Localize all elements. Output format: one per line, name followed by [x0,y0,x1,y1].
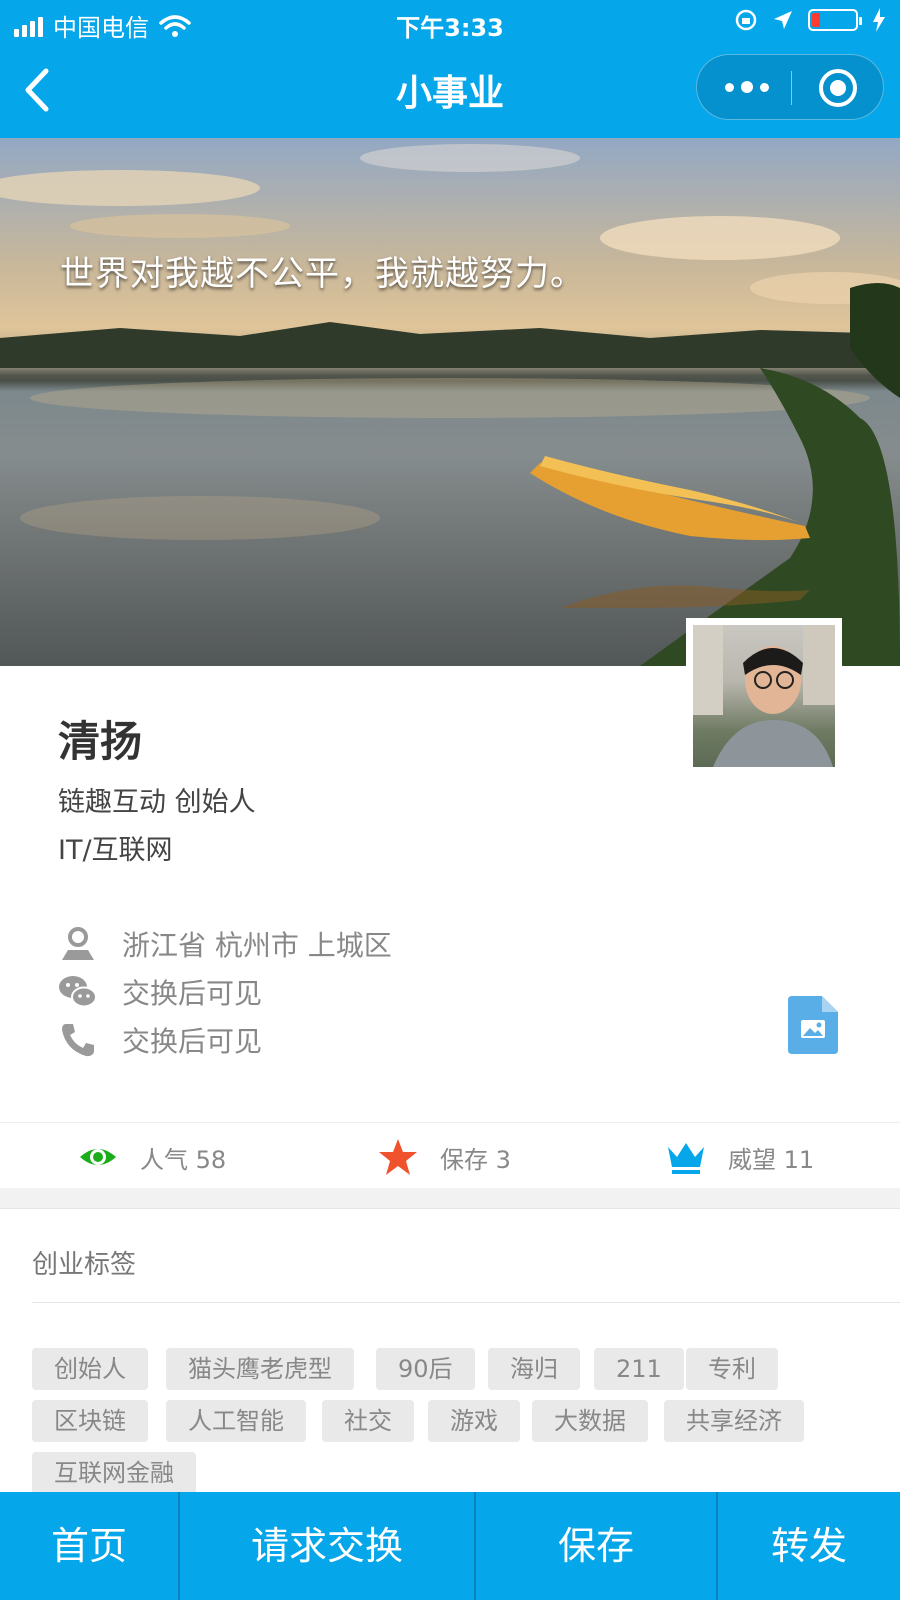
tag: 专利 [686,1348,778,1390]
divider [32,1302,900,1303]
location-row: 浙江省 杭州市 上城区 [58,922,392,966]
location-person-icon [62,927,94,960]
tag: 共享经济 [664,1400,804,1442]
profile-name: 清扬 [58,717,143,766]
charging-icon [873,8,885,32]
wechat-row: 交换后可见 [58,970,262,1014]
cover-quote: 世界对我越不公平，我就越努力。 [60,254,585,294]
tag: 猫头鹰老虎型 [166,1348,354,1390]
avatar[interactable] [686,618,842,774]
saved-text: 保存 3 [440,1145,511,1174]
section-gap [0,1188,900,1209]
tags-section-title: 创业标签 [32,1250,137,1280]
bottom-action-bar: 首页 请求交换 保存 转发 [0,1492,900,1600]
tag: 游戏 [428,1400,520,1442]
divider [0,1122,900,1123]
location-arrow-icon [774,11,792,29]
avatar-photo [693,625,835,767]
close-target-icon[interactable] [819,69,857,107]
phone-icon [62,1024,94,1057]
saved-stat: 保存 3 [378,1136,511,1178]
image-file-icon[interactable] [788,996,838,1054]
tag: 海归 [488,1348,580,1390]
request-exchange-button[interactable]: 请求交换 [180,1492,474,1600]
tag: 大数据 [532,1400,648,1442]
tag: 区块链 [32,1400,148,1442]
home-button[interactable]: 首页 [0,1492,178,1600]
popularity-stat: 人气 58 [78,1136,226,1178]
cover-image: 世界对我越不公平，我就越努力。 [0,138,900,666]
status-right [734,8,886,32]
tag: 211 [594,1348,684,1390]
mini-program-capsule [696,54,884,120]
forward-button[interactable]: 转发 [718,1492,900,1600]
popularity-text: 人气 58 [140,1145,227,1174]
profile-title: 链趣互动 创始人 [58,787,256,818]
more-icon[interactable] [725,75,769,99]
save-button[interactable]: 保存 [476,1492,716,1600]
tag: 90后 [376,1348,475,1390]
phone-row: 交换后可见 [58,1018,262,1062]
status-bar: 中国电信 下午3:33 [0,0,900,44]
tag: 人工智能 [166,1400,306,1442]
prestige-stat: 威望 11 [666,1136,814,1178]
lake-scene-graphic [0,144,900,666]
tag: 创始人 [32,1348,148,1390]
star-icon [379,1139,417,1175]
crown-icon [668,1143,704,1174]
eye-icon [80,1149,116,1165]
rotation-lock-icon [735,9,757,31]
tag: 社交 [322,1400,414,1442]
profile-industry: IT/互联网 [58,835,173,866]
location-text: 浙江省 杭州市 上城区 [122,929,392,962]
top-bar: 中国电信 下午3:33 小事业 [0,0,900,138]
phone-text: 交换后可见 [122,1025,263,1058]
prestige-text: 威望 11 [728,1145,815,1174]
battery-icon [808,9,862,31]
wechat-icon [59,976,97,1008]
tag: 互联网金融 [32,1452,196,1494]
wechat-text: 交换后可见 [122,977,263,1010]
